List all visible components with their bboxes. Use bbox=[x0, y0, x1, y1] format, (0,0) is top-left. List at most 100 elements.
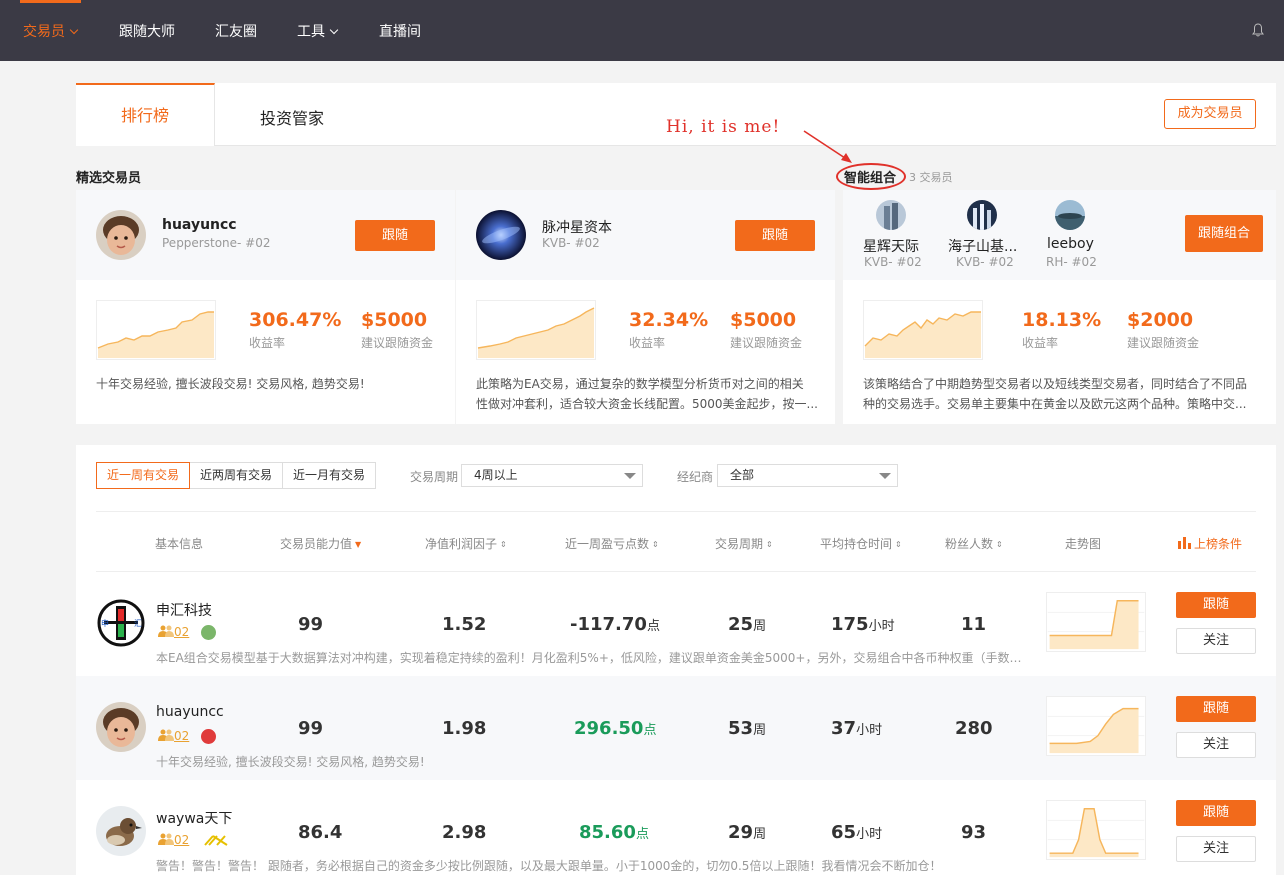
shenhui-logo: 申 汇 bbox=[96, 598, 146, 648]
filter-last-month[interactable]: 近一月有交易 bbox=[283, 463, 375, 488]
watch-button[interactable]: 关注 bbox=[1176, 836, 1256, 862]
avatar[interactable] bbox=[96, 702, 146, 752]
table-row[interactable]: 申 汇 申汇科技 02 99 1.52 -117.70点 25周 175小时 1… bbox=[76, 572, 1276, 676]
featured-traders-title: 精选交易员 bbox=[76, 171, 142, 186]
tab-ranking[interactable]: 排行榜 bbox=[76, 83, 215, 146]
combo-member-broker: KVB- #02 bbox=[864, 255, 922, 269]
select-value: 4周以上 bbox=[474, 468, 518, 482]
header-trade-cycle[interactable]: 交易周期 ⇕ bbox=[715, 535, 773, 552]
period-filter-group: 近一周有交易 近两周有交易 近一月有交易 bbox=[96, 462, 377, 489]
trader-name[interactable]: huayuncc bbox=[156, 704, 224, 720]
cycle-number: 25 bbox=[728, 614, 754, 635]
combo-description: 该策略结合了中期趋势型交易者以及短线类型交易者，同时结合了不同品 种的交易选手。… bbox=[863, 374, 1258, 416]
nav-item-label: 交易员 bbox=[23, 24, 65, 40]
trend-chart[interactable] bbox=[1046, 800, 1146, 860]
follow-button[interactable]: 跟随 bbox=[355, 220, 435, 251]
avatar[interactable] bbox=[96, 806, 146, 856]
combo-member-name[interactable]: leeboy bbox=[1047, 236, 1094, 252]
profit-factor-value: 1.98 bbox=[442, 718, 487, 739]
nav-item-forex-circle[interactable]: 汇友圈 bbox=[215, 21, 257, 41]
trader-name[interactable]: 申汇科技 bbox=[156, 600, 212, 620]
combo-member-broker: KVB- #02 bbox=[956, 255, 1014, 269]
trader-name[interactable]: waywa天下 bbox=[156, 808, 232, 828]
fans-value: 11 bbox=[961, 614, 987, 635]
trader-name[interactable]: huayuncc bbox=[162, 217, 237, 233]
header-label: 交易员能力值 bbox=[280, 537, 353, 551]
sort-icon: ⇕ bbox=[652, 540, 659, 549]
cycle-value: 53周 bbox=[728, 718, 766, 739]
ability-value: 99 bbox=[298, 718, 324, 739]
table-row[interactable]: waywa天下 02 86.4 2.98 85.60点 29周 65小时 93 … bbox=[76, 780, 1276, 875]
avatar[interactable] bbox=[876, 200, 906, 230]
filter-last-two-weeks[interactable]: 近两周有交易 bbox=[190, 463, 284, 488]
nav-item-traders[interactable]: 交易员 bbox=[23, 21, 79, 41]
suggested-capital-label: 建议跟随资金 bbox=[361, 336, 434, 350]
cycle-number: 29 bbox=[728, 822, 754, 843]
nav-item-follow-master[interactable]: 跟随大师 bbox=[119, 21, 175, 41]
header-fans[interactable]: 粉丝人数 ⇕ bbox=[945, 535, 1003, 552]
header-label: 粉丝人数 bbox=[945, 537, 994, 551]
sort-icon: ⇕ bbox=[766, 540, 773, 549]
trader-description: 此策略为EA交易，通过复杂的数学模型分析货币对之间的相关 性做对冲套利，适合较大… bbox=[476, 374, 821, 416]
ability-value: 86.4 bbox=[298, 822, 343, 843]
header-avg-hold[interactable]: 平均持仓时间 ⇕ bbox=[820, 535, 902, 552]
follow-button[interactable]: 跟随 bbox=[1176, 800, 1256, 826]
avatar[interactable] bbox=[967, 200, 997, 230]
svg-text:汇: 汇 bbox=[134, 619, 142, 628]
pnl-number: 85.60 bbox=[579, 822, 636, 843]
combo-member-name[interactable]: 海子山基... bbox=[948, 236, 1017, 256]
watch-button[interactable]: 关注 bbox=[1176, 628, 1256, 654]
trade-cycle-select[interactable]: 4周以上 bbox=[461, 464, 643, 487]
description-line: 该策略结合了中期趋势型交易者以及短线类型交易者，同时结合了不同品 bbox=[863, 377, 1248, 391]
trader-name[interactable]: 脉冲星资本 bbox=[542, 217, 612, 237]
trader-broker-rank: KVB- #02 bbox=[542, 236, 600, 250]
avatar[interactable] bbox=[96, 210, 146, 260]
avatar[interactable] bbox=[476, 210, 526, 260]
follow-button[interactable]: 跟随 bbox=[1176, 592, 1256, 618]
avatar[interactable]: 申 汇 bbox=[96, 598, 146, 648]
trend-chart[interactable] bbox=[1046, 592, 1146, 652]
hold-number: 65 bbox=[831, 822, 857, 843]
broker-select[interactable]: 全部 bbox=[717, 464, 898, 487]
users-icon bbox=[158, 625, 174, 637]
exness-badge-icon bbox=[204, 835, 228, 846]
header-label: 近一周盈亏点数 bbox=[565, 537, 650, 551]
watch-button[interactable]: 关注 bbox=[1176, 732, 1256, 758]
sort-desc-icon: ▼ bbox=[355, 540, 362, 549]
table-row[interactable]: huayuncc 02 99 1.98 296.50点 53周 37小时 280… bbox=[76, 676, 1276, 780]
equity-sparkline bbox=[863, 300, 983, 360]
level-value: 02 bbox=[174, 729, 190, 743]
trend-chart[interactable] bbox=[1046, 696, 1146, 756]
trader-level: 02 bbox=[158, 729, 189, 743]
header-profit-factor[interactable]: 净值利润因子 ⇕ bbox=[425, 535, 507, 552]
header-ability[interactable]: 交易员能力值 ▼ bbox=[280, 535, 361, 552]
bell-icon[interactable] bbox=[1252, 23, 1264, 37]
nav-item-tools[interactable]: 工具 bbox=[297, 21, 339, 41]
follow-button[interactable]: 跟随 bbox=[1176, 696, 1256, 722]
header-week-pnl[interactable]: 近一周盈亏点数 ⇕ bbox=[565, 535, 659, 552]
header-label: 平均持仓时间 bbox=[820, 537, 893, 551]
become-trader-button[interactable]: 成为交易员 bbox=[1164, 99, 1256, 129]
ranking-panel: 近一周有交易 近两周有交易 近一月有交易 交易周期 4周以上 经纪商 全部 基本… bbox=[76, 445, 1276, 875]
header-basic-info: 基本信息 bbox=[155, 537, 204, 551]
nav-item-live-room[interactable]: 直播间 bbox=[379, 21, 421, 41]
featured-card: 脉冲星资本 KVB- #02 跟随 32.34% 收益率 $5000 建议跟随资… bbox=[456, 190, 835, 424]
avatar[interactable] bbox=[1055, 200, 1085, 230]
bar-chart-icon bbox=[1178, 537, 1191, 549]
return-rate-label: 收益率 bbox=[1022, 336, 1059, 350]
cycle-value: 25周 bbox=[728, 614, 766, 635]
filter-last-week[interactable]: 近一周有交易 bbox=[96, 462, 191, 489]
suggested-capital-value: $5000 bbox=[361, 309, 428, 331]
trader-level: 02 bbox=[158, 625, 189, 639]
sort-icon: ⇕ bbox=[895, 540, 902, 549]
cycle-number: 53 bbox=[728, 718, 754, 739]
follow-button[interactable]: 跟随 bbox=[735, 220, 815, 251]
combo-member-name[interactable]: 星辉天际 bbox=[863, 236, 919, 256]
description-line: 此策略为EA交易，通过复杂的数学模型分析货币对之间的相关 bbox=[476, 377, 804, 391]
ranking-conditions-link[interactable]: 上榜条件 bbox=[1178, 535, 1242, 552]
follow-combo-button[interactable]: 跟随组合 bbox=[1185, 215, 1263, 252]
week-pnl-value: 85.60点 bbox=[579, 822, 649, 843]
tab-investment-manager[interactable]: 投资管家 bbox=[260, 105, 324, 129]
description-line: 种的交易选手。交易单主要集中在黄金以及欧元这两个品种。策略中交... bbox=[863, 397, 1247, 411]
pnl-unit: 点 bbox=[635, 827, 649, 842]
